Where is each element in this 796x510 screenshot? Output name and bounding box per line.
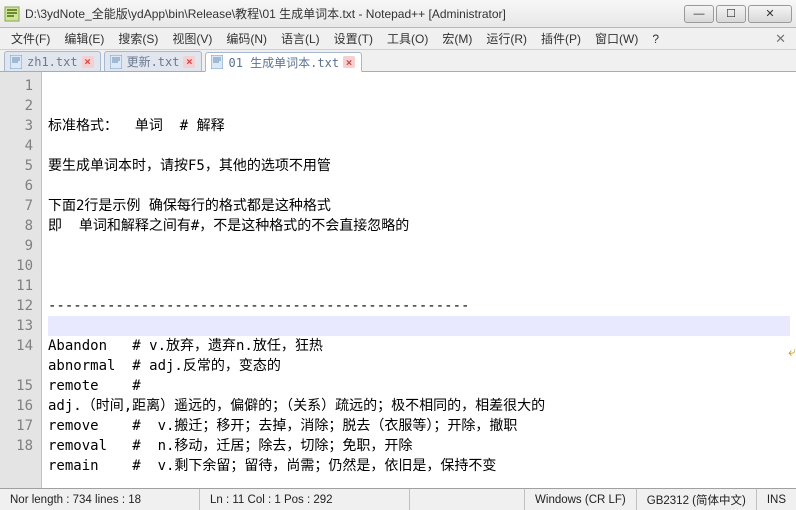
code-line[interactable]: remove # v.搬迁；移开；去掉，消除；脱去（衣服等）；开除，撤职 bbox=[48, 416, 790, 436]
menubar-close-icon[interactable]: ✕ bbox=[771, 31, 790, 47]
line-number: 8 bbox=[0, 216, 33, 236]
maximize-icon: ☐ bbox=[726, 7, 736, 20]
code-line[interactable]: 即 单词和解释之间有#，不是这种格式的不会直接忽略的 bbox=[48, 216, 790, 236]
close-button[interactable]: ✕ bbox=[748, 5, 792, 23]
app-icon bbox=[4, 6, 20, 22]
menu-window[interactable]: 窗口(W) bbox=[588, 28, 645, 49]
line-number: 14 bbox=[0, 336, 33, 356]
line-number bbox=[0, 356, 33, 376]
code-line[interactable] bbox=[48, 276, 790, 296]
menu-view[interactable]: 视图(V) bbox=[165, 28, 219, 49]
code-line[interactable] bbox=[48, 236, 790, 256]
menu-language[interactable]: 语言(L) bbox=[274, 28, 327, 49]
line-number: 2 bbox=[0, 96, 33, 116]
menu-encoding[interactable]: 编码(N) bbox=[219, 28, 274, 49]
wrap-indicator-icon: ⤶ bbox=[788, 342, 796, 362]
tab-current[interactable]: 01 生成单词本.txt × bbox=[205, 52, 362, 72]
close-icon: ✕ bbox=[765, 7, 774, 20]
code-area[interactable]: 标准格式： 单词 # 解释要生成单词本时，请按F5，其他的选项不用管下面2行是示… bbox=[42, 72, 796, 488]
code-line[interactable]: Abandon # v.放弃，遗弃n.放任，狂热 bbox=[48, 336, 790, 356]
menu-run[interactable]: 运行(R) bbox=[479, 28, 534, 49]
status-encoding[interactable]: GB2312 (简体中文) bbox=[637, 489, 757, 510]
line-number: 1 bbox=[0, 76, 33, 96]
status-insert-mode[interactable]: INS bbox=[757, 489, 796, 510]
line-number: 15 bbox=[0, 376, 33, 396]
status-spacer bbox=[410, 489, 525, 510]
tab-zh1[interactable]: zh1.txt × bbox=[4, 51, 101, 71]
tab-close-icon[interactable]: × bbox=[343, 56, 355, 68]
menu-macro[interactable]: 宏(M) bbox=[435, 28, 479, 49]
line-number: 10 bbox=[0, 256, 33, 276]
code-line[interactable]: 下面2行是示例 确保每行的格式都是这种格式 bbox=[48, 196, 790, 216]
status-position: Ln : 11 Col : 1 Pos : 292 bbox=[200, 489, 410, 510]
code-line[interactable] bbox=[48, 136, 790, 156]
document-tabs: zh1.txt × 更新.txt × 01 生成单词本.txt × bbox=[0, 50, 796, 72]
tab-update[interactable]: 更新.txt × bbox=[104, 51, 203, 71]
status-length: Nor length : 734 lines : 18 bbox=[0, 489, 200, 510]
menu-search[interactable]: 搜索(S) bbox=[111, 28, 165, 49]
window-title: D:\3ydNote_全能版\ydApp\bin\Release\教程\01 生… bbox=[25, 5, 684, 22]
line-number: 16 bbox=[0, 396, 33, 416]
tab-label: zh1.txt bbox=[27, 55, 78, 69]
tab-close-icon[interactable]: × bbox=[82, 56, 94, 68]
menu-edit[interactable]: 编辑(E) bbox=[57, 28, 111, 49]
titlebar: D:\3ydNote_全能版\ydApp\bin\Release\教程\01 生… bbox=[0, 0, 796, 28]
code-line[interactable]: remain # v.剩下余留；留待，尚需；仍然是，依旧是，保持不变 bbox=[48, 456, 790, 476]
code-line[interactable]: remote # bbox=[48, 376, 790, 396]
line-number: 7 bbox=[0, 196, 33, 216]
maximize-button[interactable]: ☐ bbox=[716, 5, 746, 23]
file-icon bbox=[210, 55, 224, 69]
menubar: 文件(F) 编辑(E) 搜索(S) 视图(V) 编码(N) 语言(L) 设置(T… bbox=[0, 28, 796, 50]
line-number: 3 bbox=[0, 116, 33, 136]
statusbar: Nor length : 734 lines : 18 Ln : 11 Col … bbox=[0, 488, 796, 510]
window-buttons: — ☐ ✕ bbox=[684, 5, 792, 23]
line-number: 13 bbox=[0, 316, 33, 336]
code-line[interactable]: 要生成单词本时，请按F5，其他的选项不用管 bbox=[48, 156, 790, 176]
code-line[interactable]: ----------------------------------------… bbox=[48, 296, 790, 316]
code-line[interactable] bbox=[48, 176, 790, 196]
code-line[interactable] bbox=[48, 256, 790, 276]
line-number: 18 bbox=[0, 436, 33, 456]
file-icon bbox=[109, 55, 123, 69]
tab-label: 更新.txt bbox=[127, 53, 180, 70]
code-line[interactable]: adj.（时间,距离）遥远的，偏僻的；（关系）疏远的；极不相同的，相差很大的 bbox=[48, 396, 790, 416]
menu-plugins[interactable]: 插件(P) bbox=[534, 28, 588, 49]
line-number: 12 bbox=[0, 296, 33, 316]
line-number: 4 bbox=[0, 136, 33, 156]
menu-file[interactable]: 文件(F) bbox=[4, 28, 57, 49]
line-number: 9 bbox=[0, 236, 33, 256]
file-icon bbox=[9, 55, 23, 69]
tab-label: 01 生成单词本.txt bbox=[228, 54, 339, 71]
tab-close-icon[interactable]: × bbox=[183, 56, 195, 68]
line-number: 11 bbox=[0, 276, 33, 296]
editor: ↖ 123456789101112131415161718 标准格式： 单词 #… bbox=[0, 72, 796, 488]
line-number: 6 bbox=[0, 176, 33, 196]
code-line[interactable] bbox=[48, 316, 790, 336]
code-line[interactable] bbox=[48, 476, 790, 488]
line-number: 5 bbox=[0, 156, 33, 176]
minimize-button[interactable]: — bbox=[684, 5, 714, 23]
status-eol[interactable]: Windows (CR LF) bbox=[525, 489, 637, 510]
menu-help[interactable]: ? bbox=[645, 30, 666, 48]
code-line[interactable]: 标准格式： 单词 # 解释 bbox=[48, 116, 790, 136]
menu-tools[interactable]: 工具(O) bbox=[380, 28, 435, 49]
line-number-gutter: 123456789101112131415161718 bbox=[0, 72, 42, 488]
line-number: 17 bbox=[0, 416, 33, 436]
code-line[interactable]: removal # n.移动，迁居；除去，切除；免职，开除 bbox=[48, 436, 790, 456]
menu-settings[interactable]: 设置(T) bbox=[327, 28, 380, 49]
code-line[interactable]: abnormal # adj.反常的，变态的 bbox=[48, 356, 790, 376]
minimize-icon: — bbox=[694, 8, 705, 20]
